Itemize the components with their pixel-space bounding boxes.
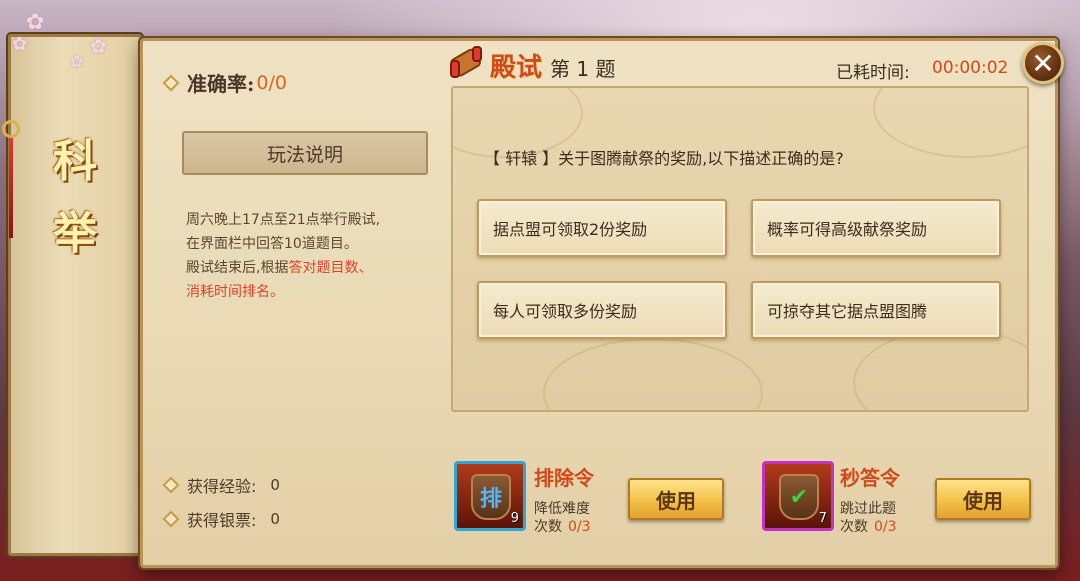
side-title-ju: 举 [53,208,97,259]
rules-highlight: 答对题目数、 [288,260,373,276]
answer-option-1[interactable]: 据点盟可领取2份奖励 [477,199,727,257]
rules-description: 周六晚上17点至21点举行殿试, 在界面栏中回答10道题目。 殿试结束后,根据答… [186,208,436,304]
rules-line: 在界面栏中回答10道题目。 [186,236,358,252]
cloud-pattern [853,328,1027,410]
reward-row-exp: 获得经验: 0 [162,473,280,497]
item-uses-value: 0/3 [874,519,897,535]
reward-label: 获得经验: [187,477,257,496]
eliminate-token-icon[interactable]: 排 9 [454,461,526,531]
diamond-icon [162,510,180,528]
item-uses: 次数 0/3 [840,516,897,536]
rules-line: 周六晚上17点至21点举行殿试, [186,212,381,228]
reward-label: 获得银票: [187,511,257,530]
rules-button[interactable]: 玩法说明 [182,131,428,175]
blossom-icon: ✿ [90,34,107,58]
exam-title-text: 殿试 [490,53,543,83]
item-uses-label: 次数 [840,519,868,535]
token-glyph: 排 [471,474,511,520]
cloud-pattern [543,338,763,410]
close-icon: ✕ [1031,46,1055,80]
answer-option-3[interactable]: 每人可领取多份奖励 [477,281,727,339]
blossom-icon: ✿ [26,10,45,35]
item-count-badge: 9 [510,511,519,526]
exam-title: 殿试 第 1 题 [490,47,615,84]
item-name: 秒答令 [840,466,900,490]
side-banner: 科 举 [8,34,142,556]
blossom-icon: ✿ [70,52,84,71]
instant-answer-token-icon[interactable]: ✔ 7 [762,461,834,531]
cloud-pattern [873,88,1027,158]
reward-value: 0 [270,510,280,528]
item-name: 排除令 [534,466,594,490]
close-button[interactable]: ✕ [1022,42,1064,84]
blossom-icon: ✿ [12,34,28,55]
tassel-ornament [2,120,20,240]
item-description: 降低难度 [534,501,590,517]
accuracy-value: 0/0 [256,71,287,94]
rules-highlight: 消耗时间排名。 [186,284,284,300]
item-count-badge: 7 [818,511,827,526]
reward-row-silver: 获得银票: 0 [162,507,280,531]
answer-option-4[interactable]: 可掠夺其它据点盟图腾 [751,281,1001,339]
item-uses-label: 次数 [534,519,562,535]
scroll-icon [450,46,482,78]
timer-label: 已耗时间: [836,63,910,83]
diamond-icon [162,74,180,91]
diamond-icon [162,476,180,494]
rules-line-part: 殿试结束后,根据 [186,260,289,276]
item-uses: 次数 0/3 [534,516,591,536]
rules-line: 殿试结束后,根据答对题目数、 [186,256,436,280]
question-text: 【 轩辕 】关于图腾献祭的奖励,以下描述正确的是? [484,149,844,168]
use-instant-answer-button[interactable]: 使用 [935,478,1031,520]
use-eliminate-button[interactable]: 使用 [628,478,724,520]
item-uses-value: 0/3 [568,519,591,535]
checkmark-icon: ✔ [779,474,819,520]
timer-value: 00:00:02 [932,58,1009,78]
side-title-ke: 科 [53,136,97,187]
answer-option-2[interactable]: 概率可得高级献祭奖励 [751,199,1001,257]
question-number: 第 1 题 [550,57,616,81]
accuracy-row: 准确率: 0/0 [162,68,287,97]
accuracy-label: 准确率: [187,72,255,96]
item-description: 跳过此题 [840,501,896,517]
reward-value: 0 [270,476,280,494]
